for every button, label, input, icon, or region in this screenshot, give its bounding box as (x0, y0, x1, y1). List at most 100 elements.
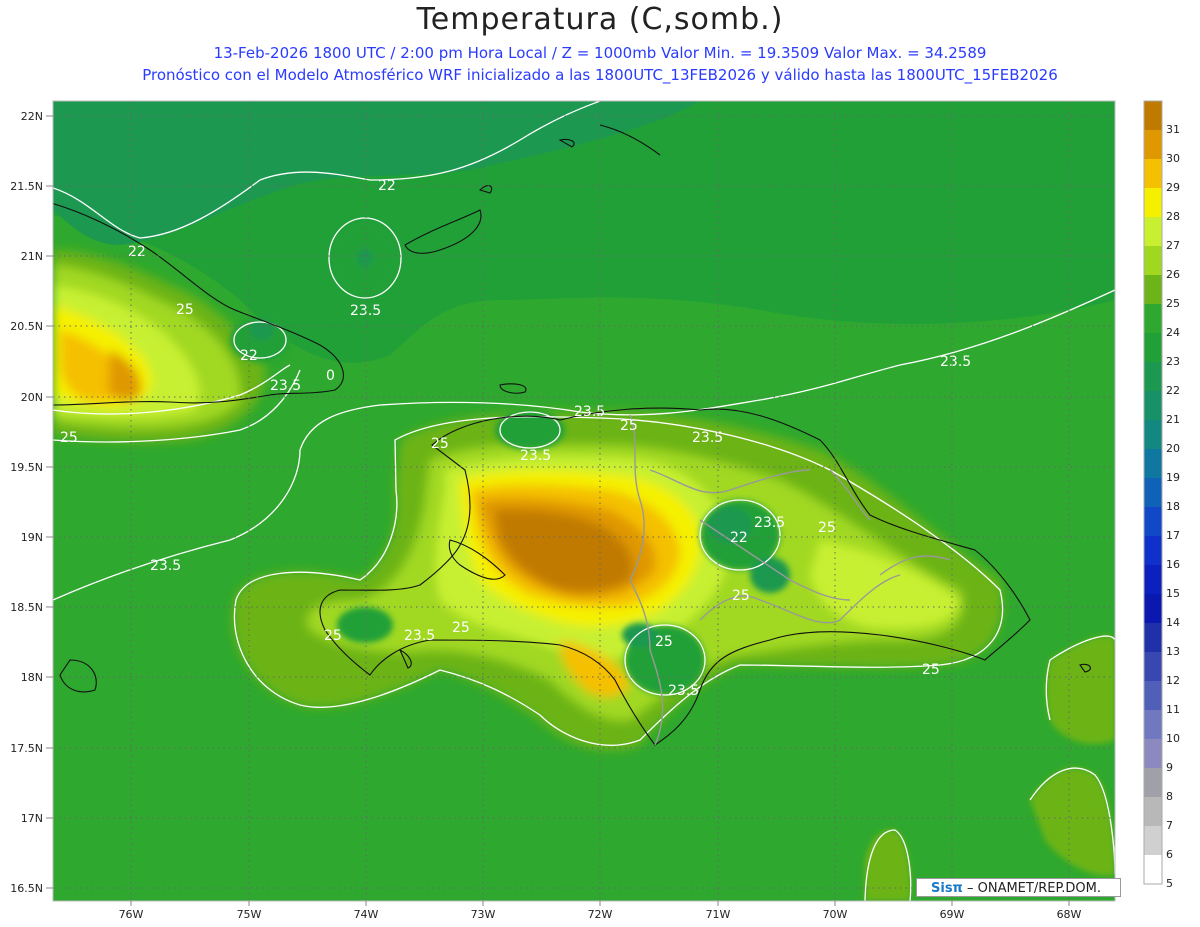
colorbar-swatch (1144, 362, 1162, 391)
credit-org: – ONAMET/REP.DOM. (966, 881, 1102, 896)
colorbar-swatch (1144, 768, 1162, 797)
colorbar-label: 22 (1166, 384, 1180, 397)
colorbar-label: 8 (1166, 790, 1173, 803)
colorbar-swatch (1144, 304, 1162, 333)
colorbar-swatch (1144, 391, 1162, 420)
lon-label: 73W (471, 908, 496, 921)
contour-label: 25 (922, 662, 940, 678)
contour-label: 25 (431, 436, 449, 452)
longitude-labels: 76W 75W 74W 73W 72W 71W 70W 69W 68W (119, 908, 1082, 921)
colorbar-swatch (1144, 217, 1162, 246)
colorbar-swatch (1144, 507, 1162, 536)
lon-label: 70W (823, 908, 848, 921)
colorbar-label: 9 (1166, 761, 1173, 774)
colorbar-label: 24 (1166, 326, 1180, 339)
colorbar-label: 12 (1166, 674, 1180, 687)
colorbar-swatch (1144, 188, 1162, 217)
colorbar-label: 31 (1166, 123, 1180, 136)
colorbar-swatch (1144, 420, 1162, 449)
lat-label: 21.5N (10, 180, 43, 193)
lat-label: 18.5N (10, 601, 43, 614)
colorbar-swatch (1144, 826, 1162, 855)
lat-label: 22N (21, 110, 43, 123)
colorbar-swatch (1144, 594, 1162, 623)
lon-label: 69W (940, 908, 965, 921)
lon-label: 76W (119, 908, 144, 921)
lon-label: 68W (1057, 908, 1082, 921)
lon-label: 71W (706, 908, 731, 921)
lat-label: 18N (21, 671, 43, 684)
colorbar-swatch (1144, 855, 1162, 884)
contour-label: 23.5 (574, 404, 605, 420)
lat-label: 20.5N (10, 320, 43, 333)
colorbar-label: 13 (1166, 645, 1180, 658)
contour-label: 23.5 (520, 448, 551, 464)
colorbar-label: 7 (1166, 819, 1173, 832)
colorbar-legend: 31 30 29 28 27 26 25 24 23 22 21 20 19 18 17 16 15 14 13 12… (1143, 100, 1180, 890)
contour-label: 25 (452, 620, 470, 636)
contour-label: 22 (240, 348, 258, 364)
colorbar-swatch (1144, 159, 1162, 188)
colorbar-swatch (1144, 478, 1162, 507)
lat-label: 17.5N (10, 742, 43, 755)
colorbar-swatch (1144, 246, 1162, 275)
contour-label: 23.5 (940, 354, 971, 370)
colorbar-label: 11 (1166, 703, 1180, 716)
lon-label: 75W (237, 908, 262, 921)
contour-label: 25 (324, 628, 342, 644)
colorbar-swatch (1144, 275, 1162, 304)
lat-label: 19.5N (10, 461, 43, 474)
contour-label: 22 (378, 178, 396, 194)
lat-label: 17N (21, 812, 43, 825)
colorbar-label: 18 (1166, 500, 1180, 513)
contour-label: 22 (128, 244, 146, 260)
colorbar-swatch (1144, 681, 1162, 710)
colorbar-label: 10 (1166, 732, 1180, 745)
contour-label: 23.5 (150, 558, 181, 574)
colorbar-label: 14 (1166, 616, 1180, 629)
lat-label: 19N (21, 531, 43, 544)
colorbar-swatch (1144, 797, 1162, 826)
colorbar-label: 26 (1166, 268, 1180, 281)
contour-label: 25 (655, 634, 673, 650)
colorbar-label: 30 (1166, 152, 1180, 165)
colorbar-label: 28 (1166, 210, 1180, 223)
lat-label: 16.5N (10, 882, 43, 895)
colorbar-label: 29 (1166, 181, 1180, 194)
colorbar-label: 20 (1166, 442, 1180, 455)
contour-label: 23.5 (668, 683, 699, 699)
colorbar-swatch (1144, 565, 1162, 594)
lon-label: 72W (588, 908, 613, 921)
colorbar-swatch (1144, 652, 1162, 681)
colorbar-swatch (1144, 739, 1162, 768)
colorbar-swatch (1144, 449, 1162, 478)
colorbar-label: 27 (1166, 239, 1180, 252)
colorbar-label: 5 (1166, 877, 1173, 890)
lat-label: 20N (21, 391, 43, 404)
lon-label: 74W (354, 908, 379, 921)
lat-label: 21N (21, 250, 43, 263)
contour-label: 25 (60, 430, 78, 446)
colorbar-label: 19 (1166, 471, 1180, 484)
colorbar-swatch (1144, 130, 1162, 159)
contour-label: 22 (730, 530, 748, 546)
colorbar-swatch (1144, 710, 1162, 739)
temperature-map: 22 22 22 23.5 23.5 23.5 23.5 23.5 23.5 2… (10, 100, 1180, 921)
colorbar-label: 17 (1166, 529, 1180, 542)
contour-label: 23.5 (270, 378, 301, 394)
colorbar-label: 16 (1166, 558, 1180, 571)
contour-label: 23.5 (404, 628, 435, 644)
colorbar-label: 25 (1166, 297, 1180, 310)
contour-label: 23.5 (754, 515, 785, 531)
map-plot-area: 22 22 22 23.5 23.5 23.5 23.5 23.5 23.5 2… (53, 101, 1115, 901)
colorbar-swatch (1144, 101, 1162, 130)
colorbar-label: 15 (1166, 587, 1180, 600)
contour-label: 25 (818, 520, 836, 536)
colorbar-swatch (1144, 623, 1162, 652)
contour-label: 25 (620, 418, 638, 434)
contour-label: 0 (326, 368, 335, 384)
sispi-logo: Sisπ (931, 881, 963, 896)
colorbar-swatch (1144, 536, 1162, 565)
colorbar-label: 23 (1166, 355, 1180, 368)
latitude-labels: 22N 21.5N 21N 20.5N 20N 19.5N 19N 18.5N … (10, 110, 43, 895)
